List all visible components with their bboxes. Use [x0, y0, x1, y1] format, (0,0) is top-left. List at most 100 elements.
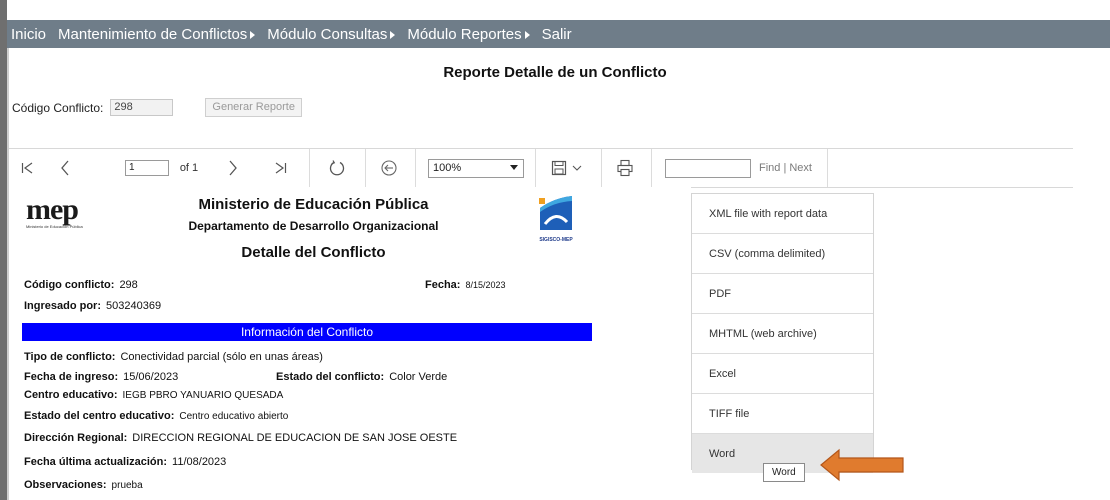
nav-label: Salir: [541, 25, 572, 43]
menu-item-label: XML file with report data: [709, 207, 828, 220]
submenu-arrow-icon: [250, 31, 256, 39]
sigisco-logo-text: SIGISCO-MEP: [539, 237, 573, 243]
right-margin: [1098, 187, 1110, 500]
field-label: Código conflicto:: [24, 279, 115, 291]
generate-report-button[interactable]: Generar Reporte: [205, 98, 302, 117]
field-value: 503240369: [106, 300, 162, 312]
toolbar-separator: [309, 149, 310, 187]
toolbar-separator: [651, 149, 652, 187]
field-value: IEGB PBRO YANUARIO QUESADA: [122, 390, 284, 401]
zoom-select[interactable]: 100%: [427, 149, 525, 187]
field-label: Fecha última actualización:: [24, 456, 168, 468]
menu-item-label: Word: [709, 447, 736, 460]
field-value: Color Verde: [389, 371, 448, 383]
codigo-form: Código Conflicto: 298 Generar Reporte: [12, 98, 302, 117]
export-mhtml-item[interactable]: MHTML (web archive): [692, 314, 873, 354]
ingresado-field: Ingresado por: 503240369: [24, 300, 161, 312]
field-value: 11/08/2023: [172, 456, 227, 468]
codigo-conflicto-field: Código conflicto: 298: [24, 279, 138, 291]
toolbar-separator: [827, 149, 828, 187]
estado-centro-field: Estado del centro educativo: Centro educa…: [24, 410, 288, 422]
find-field[interactable]: [665, 158, 751, 178]
toolbar-separator: [535, 149, 536, 187]
export-csv-item[interactable]: CSV (comma delimited): [692, 234, 873, 274]
submenu-arrow-icon: [390, 31, 396, 39]
sigisco-logo: SIGISCO-MEP: [536, 194, 576, 243]
export-excel-item[interactable]: Excel: [692, 354, 873, 394]
field-label: Estado del conflicto:: [276, 371, 385, 383]
export-xml-item[interactable]: XML file with report data: [692, 194, 873, 234]
chevron-down-icon: [510, 164, 518, 170]
zoom-value: 100%: [428, 158, 524, 178]
fecha-ingreso-field: Fecha de ingreso: 15/06/2023: [24, 371, 178, 383]
field-value: prueba: [111, 480, 143, 491]
menu-item-label: Excel: [709, 367, 736, 380]
field-label: Dirección Regional:: [24, 432, 128, 444]
observaciones-field: Observaciones: prueba: [24, 479, 143, 491]
field-label: Estado del centro educativo:: [24, 410, 175, 422]
field-value: 298: [119, 279, 138, 291]
direccion-regional-field: Dirección Regional: DIRECCION REGIONAL DE…: [24, 432, 457, 444]
fecha-actualizacion-field: Fecha última actualización: 11/08/2023: [24, 456, 226, 468]
zoom-label: 100%: [433, 161, 462, 174]
nav-label: Módulo Reportes: [407, 25, 522, 43]
find-next[interactable]: Find | Next: [755, 149, 819, 187]
field-label: Centro educativo:: [24, 389, 118, 401]
back-icon[interactable]: [377, 149, 401, 187]
fecha-field: Fecha: 8/15/2023: [425, 279, 506, 291]
field-value: 8/15/2023: [465, 280, 506, 290]
nav-label: Módulo Consultas: [267, 25, 388, 43]
menu-item-label: PDF: [709, 287, 731, 300]
toolbar-separator: [601, 149, 602, 187]
toolbar-separator: [415, 149, 416, 187]
submenu-arrow-icon: [524, 31, 530, 39]
export-pdf-item[interactable]: PDF: [692, 274, 873, 314]
main-menu: Inicio Mantenimiento de Conflictos Módul…: [7, 20, 1110, 48]
refresh-icon[interactable]: [325, 149, 349, 187]
nav-item-mantenimiento[interactable]: Mantenimiento de Conflictos: [58, 25, 256, 43]
export-dropdown-button[interactable]: [543, 149, 593, 187]
field-value: DIRECCION REGIONAL DE EDUCACION DE SAN J…: [132, 432, 458, 444]
field-value: Centro educativo abierto: [179, 411, 289, 422]
prev-page-icon[interactable]: [55, 149, 75, 187]
top-strip: [0, 0, 1110, 20]
codigo-input[interactable]: 298: [110, 99, 174, 116]
field-label: Fecha de ingreso:: [24, 371, 119, 383]
menu-item-label: MHTML (web archive): [709, 327, 817, 340]
app-window: Inicio Mantenimiento de Conflictos Módul…: [0, 0, 1110, 500]
field-value: Conectividad parcial (sólo en unas áreas…: [120, 351, 323, 363]
nav-label: Mantenimiento de Conflictos: [58, 25, 248, 43]
print-icon[interactable]: [613, 149, 637, 187]
nav-item-inicio[interactable]: Inicio: [11, 26, 46, 43]
field-label: Tipo de conflicto:: [24, 351, 116, 363]
last-page-icon[interactable]: [271, 149, 291, 187]
report-heading: Detalle del Conflicto: [241, 244, 386, 261]
info-section-header: Información del Conflicto: [22, 323, 592, 341]
tipo-conflicto-field: Tipo de conflicto: Conectividad parcial (…: [24, 351, 323, 363]
find-input[interactable]: [663, 149, 753, 187]
menu-item-label: TIFF file: [709, 407, 750, 420]
centro-educativo-field: Centro educativo: IEGB PBRO YANUARIO QUES…: [24, 389, 283, 401]
nav-item-salir[interactable]: Salir: [542, 26, 572, 43]
codigo-label: Código Conflicto:: [12, 100, 104, 115]
nav-label: Inicio: [11, 25, 47, 43]
nav-item-consultas[interactable]: Módulo Consultas: [267, 25, 396, 43]
page-number-input[interactable]: 1: [125, 149, 169, 187]
estado-conflicto-field: Estado del conflicto: Color Verde: [276, 371, 447, 383]
next-page-icon[interactable]: [223, 149, 243, 187]
find-next-label: Find | Next: [759, 162, 812, 174]
nav-item-reportes[interactable]: Módulo Reportes: [407, 25, 530, 43]
page-count: of 1: [173, 149, 205, 187]
ministry-title: Ministerio de Educación Pública: [198, 196, 429, 213]
first-page-icon[interactable]: [17, 149, 37, 187]
field-label: Observaciones:: [24, 479, 107, 491]
left-arrow-annotation-icon: [820, 448, 904, 482]
menu-item-label: CSV (comma delimited): [709, 247, 826, 260]
export-format-menu: XML file with report data CSV (comma del…: [691, 193, 874, 473]
field-label: Ingresado por:: [24, 300, 102, 312]
report-page: [9, 187, 691, 500]
export-tiff-item[interactable]: TIFF file: [692, 394, 873, 434]
department-title: Departamento de Desarrollo Organizaciona…: [188, 219, 439, 233]
report-toolbar: 1 of 1 100% Find | Next: [9, 148, 1073, 188]
toolbar-separator: [365, 149, 366, 187]
